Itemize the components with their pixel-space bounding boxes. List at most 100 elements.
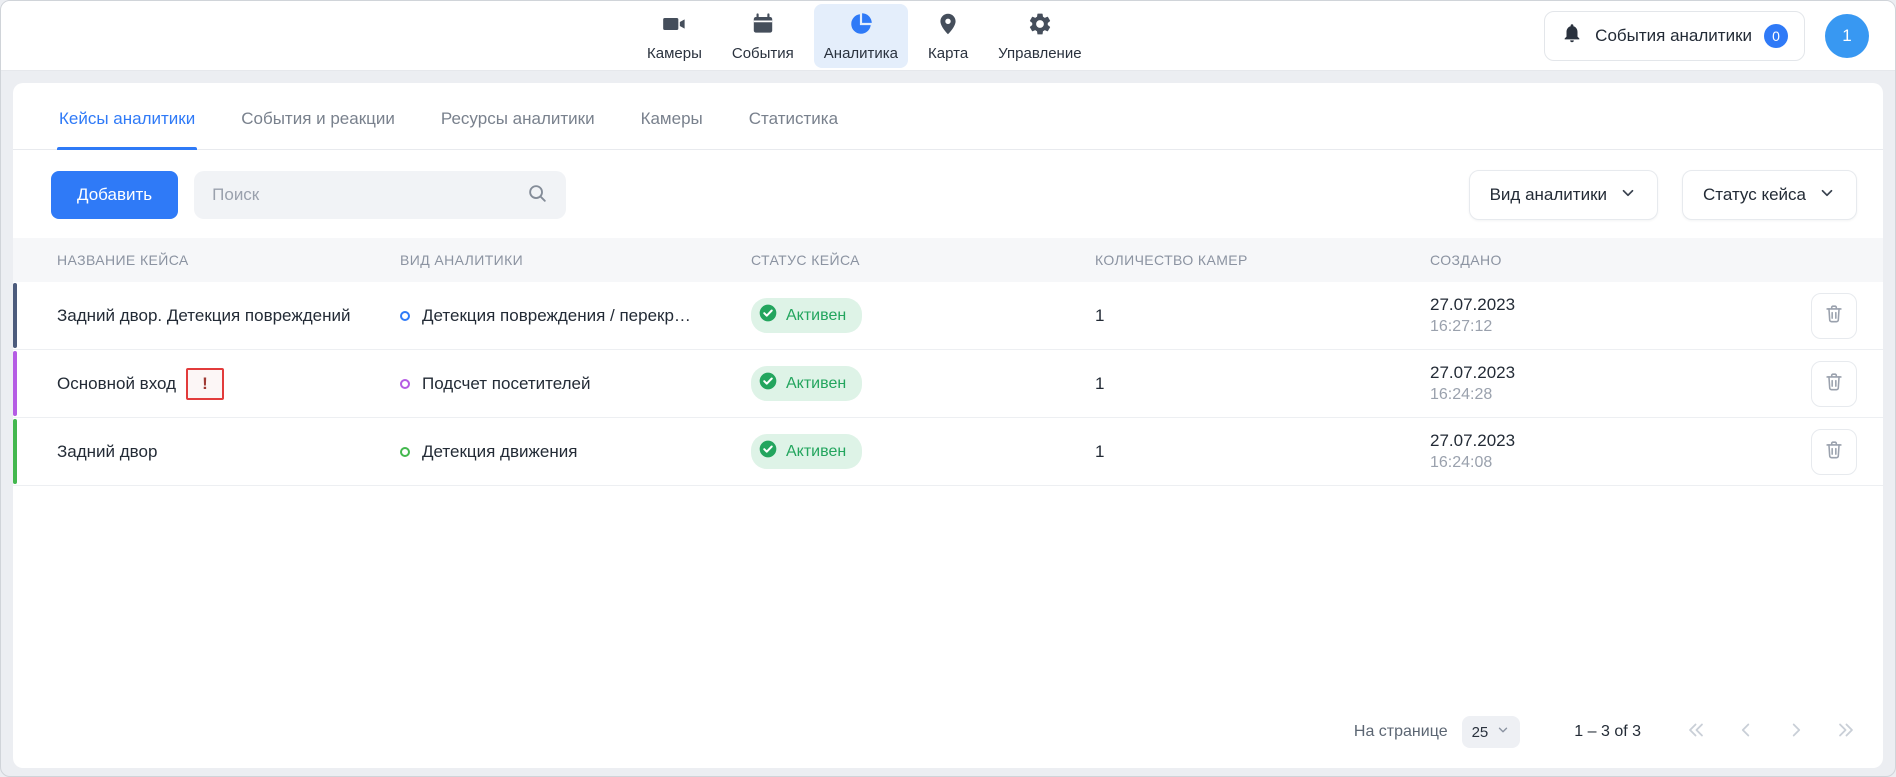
case-name-cell: Задний двор — [57, 442, 400, 462]
nav-item-management[interactable]: Управление — [988, 4, 1091, 68]
delete-case-button[interactable] — [1811, 293, 1857, 339]
search-input[interactable] — [212, 185, 516, 205]
top-bar: Камеры События Аналитика Карта — [1, 1, 1895, 71]
col-header-camera-count: КОЛИЧЕСТВО КАМЕР — [1095, 252, 1430, 268]
camera-count-cell: 1 — [1095, 374, 1430, 394]
created-cell: 27.07.2023 16:27:12 — [1430, 295, 1771, 336]
row-accent-bar — [13, 351, 17, 416]
status-cell: Активен — [751, 434, 1095, 469]
trash-icon — [1823, 371, 1845, 396]
col-header-created: СОЗДАНО — [1430, 252, 1771, 268]
col-header-case-name: НАЗВАНИЕ КЕЙСА — [57, 252, 400, 268]
analytics-type-filter[interactable]: Вид аналитики — [1469, 170, 1658, 220]
tab-events-reactions[interactable]: События и реакции — [239, 83, 397, 149]
tab-cameras[interactable]: Камеры — [639, 83, 705, 149]
per-page-value: 25 — [1472, 724, 1489, 741]
status-label: Активен — [786, 443, 846, 461]
col-header-analytics-type: ВИД АНАЛИТИКИ — [400, 252, 751, 268]
nav-label: Карта — [928, 45, 968, 62]
table-row[interactable]: Основной вход ! Подсчет посетителей Акти… — [13, 350, 1883, 418]
table-row[interactable]: Задний двор. Детекция повреждений Детекц… — [13, 282, 1883, 350]
filter-label: Вид аналитики — [1490, 185, 1607, 205]
main-nav: Камеры События Аналитика Карта — [637, 4, 1092, 68]
case-name-cell: Основной вход ! — [57, 368, 400, 400]
table-row[interactable]: Задний двор Детекция движения Активен 1 … — [13, 418, 1883, 486]
gear-icon — [1027, 11, 1053, 42]
actions-cell — [1771, 293, 1857, 339]
prev-page-icon[interactable] — [1735, 719, 1757, 746]
error-alert-icon: ! — [186, 368, 224, 400]
tab-analytics-cases[interactable]: Кейсы аналитики — [57, 83, 197, 149]
row-accent-bar — [13, 419, 17, 484]
analytics-events-button[interactable]: События аналитики 0 — [1544, 11, 1805, 61]
app-window: Камеры События Аналитика Карта — [0, 0, 1896, 777]
pagination-bar: На странице 25 1 – 3 of 3 — [13, 700, 1883, 768]
created-date: 27.07.2023 — [1430, 295, 1771, 315]
nav-label: События — [732, 45, 794, 62]
col-header-case-status: СТАТУС КЕЙСА — [751, 252, 1095, 268]
filter-label: Статус кейса — [1703, 185, 1806, 205]
nav-label: Аналитика — [824, 45, 898, 62]
status-badge: Активен — [751, 434, 862, 469]
first-page-icon[interactable] — [1685, 719, 1707, 746]
case-name: Задний двор. Детекция повреждений — [57, 306, 350, 326]
chevron-down-icon — [1818, 184, 1836, 207]
camera-icon — [661, 11, 687, 42]
case-name: Задний двор — [57, 442, 157, 462]
next-page-icon[interactable] — [1785, 719, 1807, 746]
content-card: Кейсы аналитики События и реакции Ресурс… — [13, 83, 1883, 768]
tab-analytics-resources[interactable]: Ресурсы аналитики — [439, 83, 597, 149]
search-icon — [526, 182, 548, 209]
created-time: 16:24:28 — [1430, 386, 1771, 404]
last-page-icon[interactable] — [1835, 719, 1857, 746]
case-status-filter[interactable]: Статус кейса — [1682, 170, 1857, 220]
page-range-text: 1 – 3 of 3 — [1574, 723, 1641, 741]
check-circle-icon — [758, 439, 778, 464]
events-icon — [750, 11, 776, 42]
analytics-type-ring-icon — [400, 379, 410, 389]
tab-bar: Кейсы аналитики События и реакции Ресурс… — [13, 83, 1883, 150]
created-cell: 27.07.2023 16:24:28 — [1430, 363, 1771, 404]
analytics-type-cell: Детекция повреждения / перекр… — [400, 306, 751, 326]
delete-case-button[interactable] — [1811, 429, 1857, 475]
analytics-type-ring-icon — [400, 447, 410, 457]
trash-icon — [1823, 303, 1845, 328]
status-label: Активен — [786, 375, 846, 393]
nav-item-events[interactable]: События — [722, 4, 804, 68]
per-page-select[interactable]: 25 — [1462, 716, 1521, 748]
search-box — [194, 171, 566, 219]
status-cell: Активен — [751, 298, 1095, 333]
table-header: НАЗВАНИЕ КЕЙСА ВИД АНАЛИТИКИ СТАТУС КЕЙС… — [13, 238, 1883, 282]
analytics-pie-icon — [848, 11, 874, 42]
events-count-badge: 0 — [1764, 24, 1788, 48]
nav-item-map[interactable]: Карта — [918, 4, 978, 68]
camera-count-cell: 1 — [1095, 442, 1430, 462]
chevron-down-icon — [1619, 184, 1637, 207]
camera-count-cell: 1 — [1095, 306, 1430, 326]
created-time: 16:27:12 — [1430, 318, 1771, 336]
status-badge: Активен — [751, 298, 862, 333]
status-badge: Активен — [751, 366, 862, 401]
case-name-cell: Задний двор. Детекция повреждений — [57, 306, 400, 326]
nav-label: Камеры — [647, 45, 702, 62]
nav-item-analytics[interactable]: Аналитика — [814, 4, 908, 68]
created-date: 27.07.2023 — [1430, 431, 1771, 451]
user-avatar[interactable]: 1 — [1825, 14, 1869, 58]
bell-icon — [1561, 22, 1583, 49]
analytics-type-label: Подсчет посетителей — [422, 374, 590, 394]
check-circle-icon — [758, 371, 778, 396]
nav-item-cameras[interactable]: Камеры — [637, 4, 712, 68]
chevron-down-icon — [1496, 723, 1510, 741]
map-pin-icon — [935, 11, 961, 42]
analytics-type-cell: Детекция движения — [400, 442, 751, 462]
row-accent-bar — [13, 283, 17, 348]
created-cell: 27.07.2023 16:24:08 — [1430, 431, 1771, 472]
status-label: Активен — [786, 307, 846, 325]
tab-statistics[interactable]: Статистика — [747, 83, 840, 149]
add-button[interactable]: Добавить — [51, 171, 178, 219]
pager-controls — [1685, 719, 1857, 746]
actions-cell — [1771, 429, 1857, 475]
per-page-label: На странице — [1354, 723, 1448, 741]
delete-case-button[interactable] — [1811, 361, 1857, 407]
analytics-type-cell: Подсчет посетителей — [400, 374, 751, 394]
